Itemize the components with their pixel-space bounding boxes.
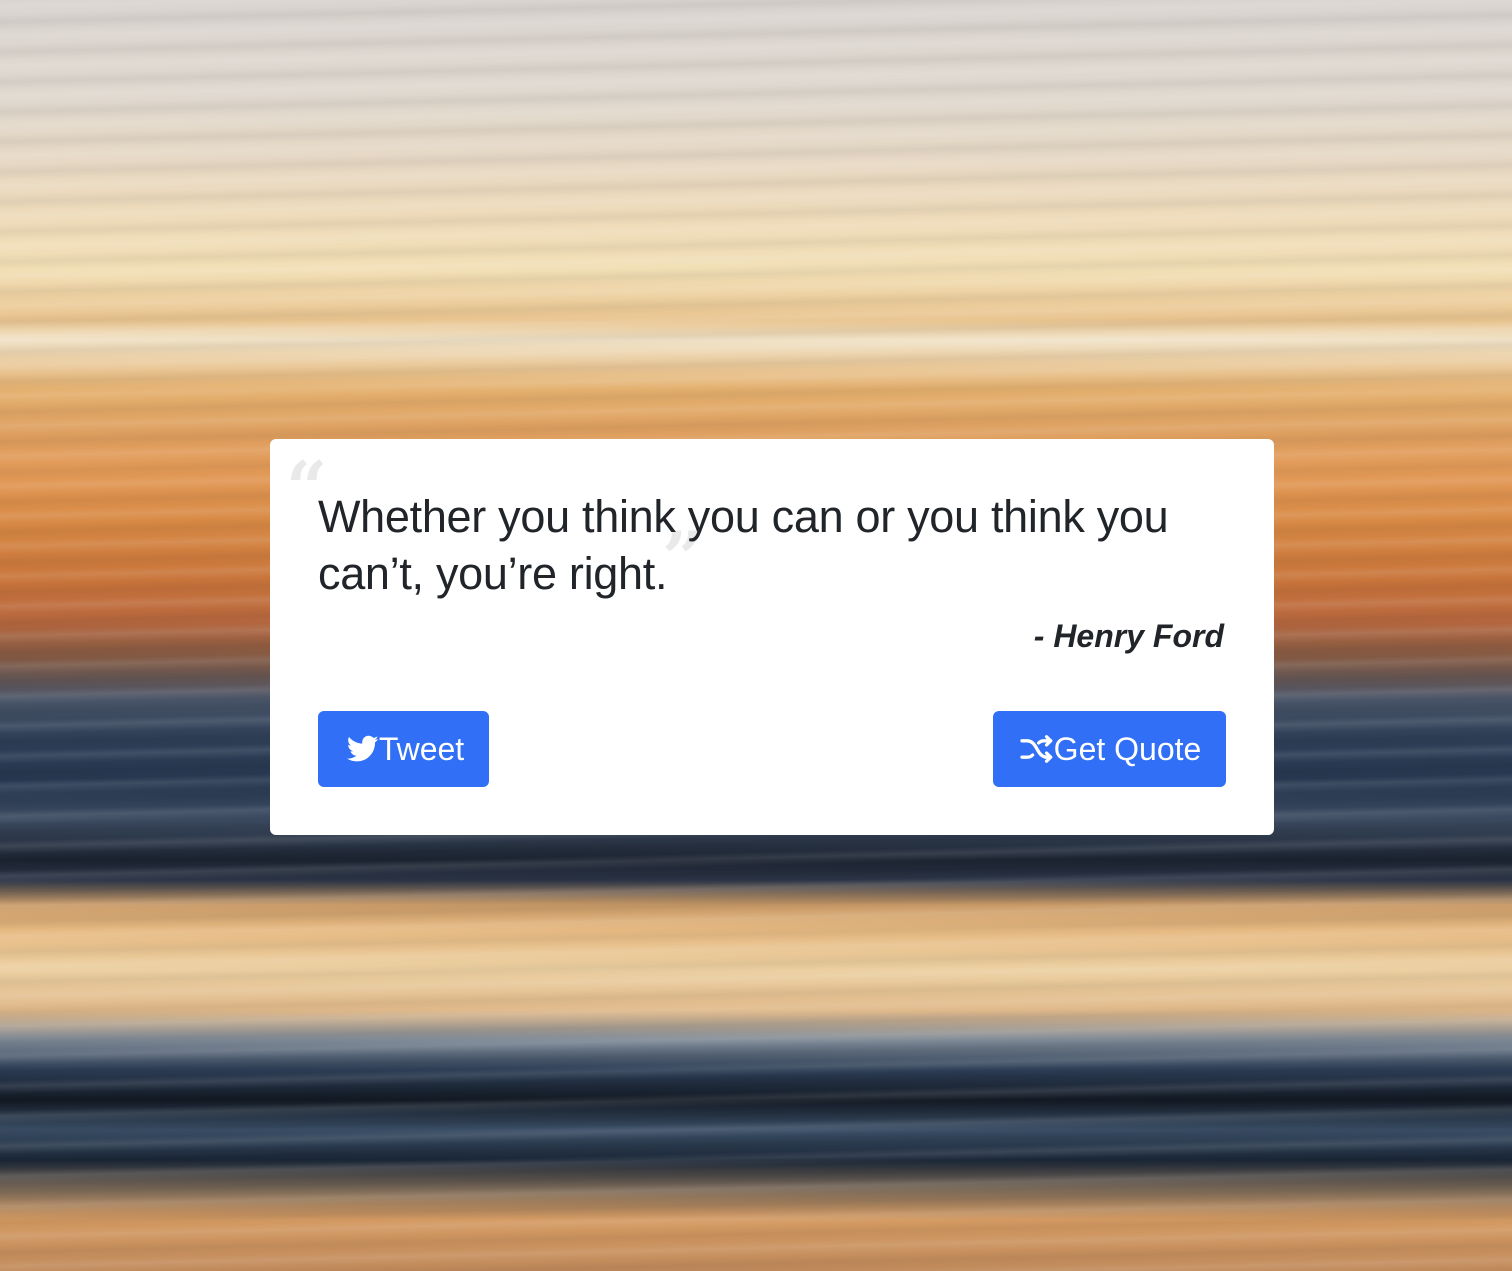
quote-author: - Henry Ford xyxy=(1033,618,1224,654)
tweet-button[interactable]: Tweet xyxy=(318,711,489,787)
quote-text: Whether you think you can or you think y… xyxy=(318,491,1169,599)
tweet-button-label: Tweet xyxy=(378,730,465,767)
shuffle-icon xyxy=(1020,734,1054,764)
get-quote-button[interactable]: Get Quote xyxy=(993,711,1226,787)
get-quote-button-label: Get Quote xyxy=(1053,730,1202,767)
twitter-bird-icon xyxy=(346,735,379,763)
